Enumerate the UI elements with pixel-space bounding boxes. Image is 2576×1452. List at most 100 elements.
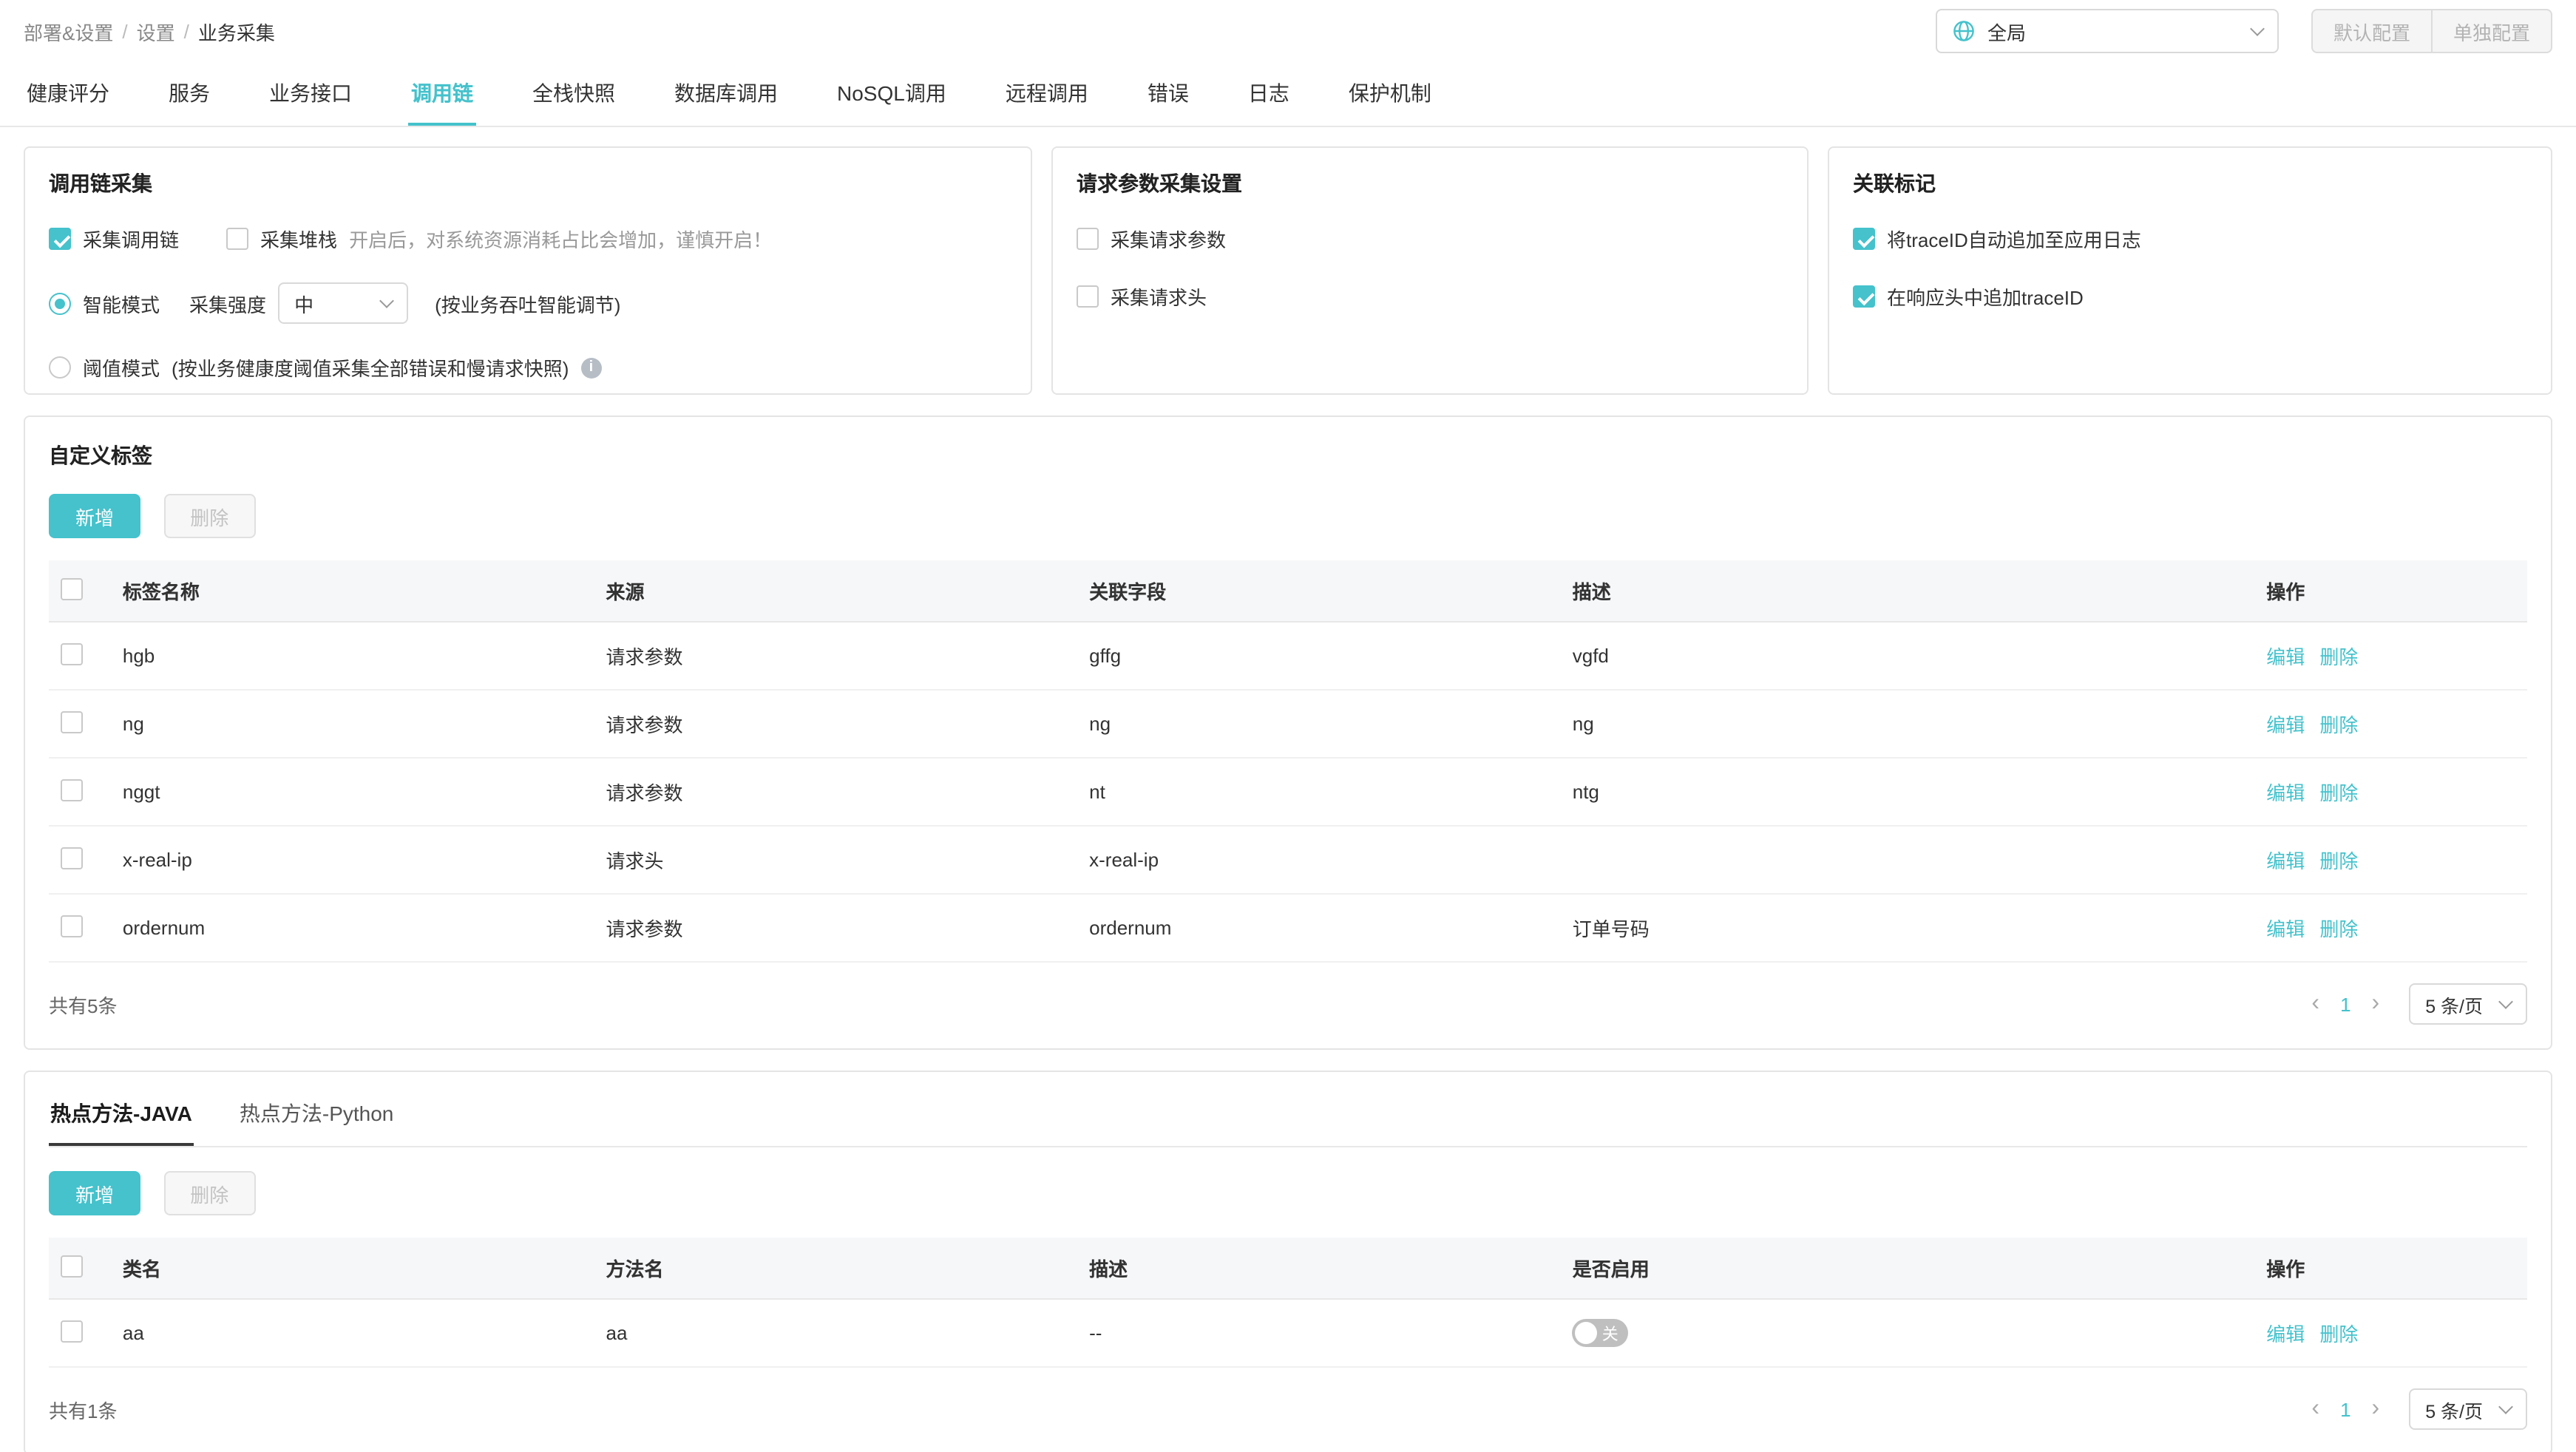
next-page-icon[interactable]: [2372, 1397, 2380, 1421]
cell-desc: ntg: [1560, 758, 2255, 827]
tab-service[interactable]: 服务: [166, 62, 213, 126]
breadcrumb-settings[interactable]: 设置: [137, 17, 175, 45]
tab-remote-call[interactable]: 远程调用: [1003, 62, 1091, 126]
trace-in-header-checkbox[interactable]: [1853, 285, 1875, 308]
col-header-action: 操作: [2254, 1238, 2527, 1300]
threshold-mode-label: 阈值模式: [83, 358, 160, 380]
page-number[interactable]: 1: [2340, 1398, 2350, 1420]
cell-tag-name: nggt: [110, 758, 594, 827]
collect-params-checkbox[interactable]: [1077, 228, 1099, 250]
trace-to-log-label: 将traceID自动追加至应用日志: [1887, 229, 2141, 251]
tab-hot-methods-java[interactable]: 热点方法-JAVA: [49, 1096, 194, 1146]
delete-link[interactable]: 删除: [2319, 782, 2358, 804]
collect-stack-label: 采集堆栈: [260, 229, 338, 251]
edit-link[interactable]: 编辑: [2266, 1323, 2305, 1346]
add-method-button[interactable]: 新增: [49, 1171, 141, 1215]
hot-methods-footer: 共有1条 1 5 条/页: [49, 1368, 2527, 1430]
row-checkbox[interactable]: [61, 1320, 83, 1342]
cell-source: 请求参数: [594, 690, 1078, 759]
topbar: 部署&设置 / 设置 / 业务采集 全局 默认配置 单独配置: [0, 0, 2576, 62]
tab-error[interactable]: 错误: [1145, 62, 1192, 126]
stack-warning-note: 开启后，对系统资源消耗占比会增加，谨慎开启！: [349, 229, 773, 251]
card-title: 关联标记: [1853, 172, 1936, 195]
separate-config-button[interactable]: 单独配置: [2430, 9, 2552, 53]
cell-tag-name: ordernum: [110, 894, 594, 963]
prev-page-icon[interactable]: [2311, 1397, 2319, 1421]
collect-headers-checkbox[interactable]: [1077, 285, 1099, 308]
tab-database-call[interactable]: 数据库调用: [671, 62, 781, 126]
breadcrumb-separator: /: [183, 20, 189, 42]
edit-link[interactable]: 编辑: [2266, 850, 2305, 872]
collect-trace-checkbox[interactable]: [49, 228, 71, 250]
table-row: hgb 请求参数 gffg vgfd 编辑 删除: [49, 622, 2527, 691]
col-header-method: 方法名: [594, 1238, 1078, 1300]
default-config-button[interactable]: 默认配置: [2311, 9, 2431, 53]
delete-link[interactable]: 删除: [2319, 714, 2358, 736]
collect-stack-checkbox[interactable]: [226, 228, 249, 250]
page-number[interactable]: 1: [2340, 993, 2350, 1015]
page-size-select[interactable]: 5 条/页: [2409, 983, 2527, 1025]
scope-select[interactable]: 全局: [1935, 9, 2279, 53]
next-page-icon[interactable]: [2372, 992, 2380, 1016]
threshold-mode-row: 阈值模式 (按业务健康度阈值采集全部错误和慢请求快照): [49, 353, 1007, 381]
trace-in-header-row: 在响应头中追加traceID: [1853, 282, 2527, 311]
col-header-action: 操作: [2254, 560, 2527, 622]
card-title: 请求参数采集设置: [1077, 172, 1242, 195]
delete-method-button[interactable]: 删除: [163, 1171, 256, 1215]
association-mark-card: 关联标记 将traceID自动追加至应用日志 在响应头中追加traceID: [1828, 146, 2552, 395]
info-icon[interactable]: [580, 357, 602, 378]
select-all-checkbox[interactable]: [61, 577, 83, 600]
row-checkbox[interactable]: [61, 778, 83, 801]
col-header-source: 来源: [594, 560, 1078, 622]
cell-field: nt: [1077, 758, 1561, 827]
breadcrumb-deploy-settings[interactable]: 部署&设置: [24, 17, 113, 45]
globe-icon: [1952, 19, 1976, 43]
tab-nosql-call[interactable]: NoSQL调用: [834, 62, 949, 126]
delete-tag-button[interactable]: 删除: [163, 494, 256, 538]
row-checkbox[interactable]: [61, 915, 83, 937]
tab-log[interactable]: 日志: [1245, 62, 1292, 126]
threshold-mode-radio[interactable]: [49, 356, 71, 379]
cell-desc: 订单号码: [1560, 894, 2255, 963]
delete-link[interactable]: 删除: [2319, 646, 2358, 668]
row-checkbox[interactable]: [61, 642, 83, 665]
tab-protection[interactable]: 保护机制: [1346, 62, 1434, 126]
col-header-enabled: 是否启用: [1560, 1238, 2255, 1300]
tab-trace[interactable]: 调用链: [408, 62, 476, 126]
pagination: 1 5 条/页: [2311, 983, 2527, 1025]
tab-hot-methods-python[interactable]: 热点方法-Python: [238, 1096, 396, 1146]
row-checkbox[interactable]: [61, 847, 83, 869]
edit-link[interactable]: 编辑: [2266, 918, 2305, 940]
cell-class-name: aa: [110, 1299, 594, 1368]
main-tabs: 健康评分 服务 业务接口 调用链 全栈快照 数据库调用 NoSQL调用 远程调用…: [0, 62, 2576, 127]
cell-desc: --: [1077, 1299, 1561, 1368]
edit-link[interactable]: 编辑: [2266, 782, 2305, 804]
row-checkbox[interactable]: [61, 710, 83, 733]
smart-mode-radio[interactable]: [49, 292, 71, 314]
breadcrumb-current: 业务采集: [197, 21, 275, 44]
page-size-select[interactable]: 5 条/页: [2409, 1388, 2527, 1430]
delete-link[interactable]: 删除: [2319, 850, 2358, 872]
delete-link[interactable]: 删除: [2319, 1323, 2358, 1346]
add-tag-button[interactable]: 新增: [49, 494, 141, 538]
chevron-down-icon: [2250, 21, 2265, 36]
page-size-value: 5 条/页: [2425, 1401, 2483, 1422]
prev-page-icon[interactable]: [2311, 992, 2319, 1016]
edit-link[interactable]: 编辑: [2266, 646, 2305, 668]
trace-to-log-checkbox[interactable]: [1853, 228, 1875, 250]
cell-desc: [1560, 826, 2255, 895]
col-header-field: 关联字段: [1077, 560, 1561, 622]
tab-health-score[interactable]: 健康评分: [24, 62, 112, 126]
select-all-checkbox[interactable]: [61, 1255, 83, 1277]
trace-in-header-label: 在响应头中追加traceID: [1887, 287, 2084, 309]
topbar-right: 全局 默认配置 单独配置: [1935, 9, 2552, 53]
delete-link[interactable]: 删除: [2319, 918, 2358, 940]
trace-to-log-row: 将traceID自动追加至应用日志: [1853, 225, 2527, 253]
cell-source: 请求头: [594, 826, 1078, 895]
strength-select[interactable]: 中: [278, 282, 409, 324]
enabled-toggle[interactable]: 关: [1572, 1319, 1629, 1347]
col-header-class: 类名: [110, 1238, 594, 1300]
edit-link[interactable]: 编辑: [2266, 714, 2305, 736]
tab-full-stack-snapshot[interactable]: 全栈快照: [529, 62, 618, 126]
tab-business-api[interactable]: 业务接口: [266, 62, 355, 126]
